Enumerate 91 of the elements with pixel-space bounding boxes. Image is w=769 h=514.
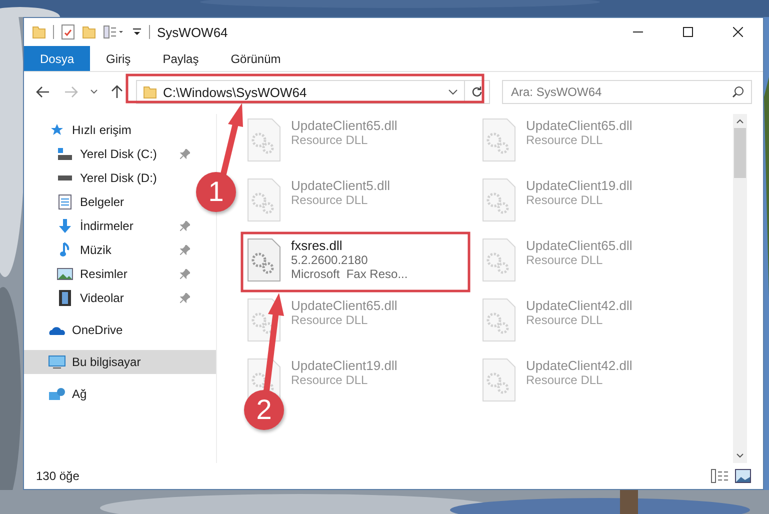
scrollbar-thumb[interactable]: [734, 128, 746, 178]
search-icon: [732, 86, 744, 98]
ribbon-tab[interactable]: Dosya: [24, 46, 90, 71]
sidebar-label: Resimler: [80, 267, 128, 281]
pin-icon[interactable]: [180, 245, 190, 255]
minimize-icon: [633, 31, 643, 33]
music-note-icon: [59, 242, 71, 258]
sidebar-label: Yerel Disk (C:): [80, 147, 157, 161]
folder-icon[interactable]: [32, 25, 46, 39]
sidebar-item[interactable]: Resimler: [24, 262, 194, 286]
window-title: SysWOW64: [157, 24, 228, 40]
file-detail: Resource DLL: [526, 253, 604, 267]
file-name: fxsres.dll: [291, 238, 344, 253]
scroll-up-icon[interactable]: [736, 118, 744, 124]
thumbnail-view-icon[interactable]: [735, 469, 751, 483]
scroll-down-icon[interactable]: [736, 453, 744, 459]
file-name: UpdateClient42.dll: [526, 358, 632, 373]
forward-arrow-icon: [64, 86, 78, 98]
star-icon: [50, 123, 64, 137]
sidebar-label: Ağ: [72, 387, 87, 401]
sidebar-label: Belgeler: [80, 195, 124, 209]
search-field[interactable]: Ara: SysWOW64: [502, 80, 752, 104]
film-icon: [59, 290, 71, 306]
address-bar[interactable]: C:\Windows\SysWOW64: [136, 80, 490, 104]
folder-icon: [143, 85, 157, 99]
cloud-icon: [48, 325, 66, 335]
file-name: UpdateClient65.dll: [526, 238, 632, 253]
file-name: UpdateClient65.dll: [291, 118, 398, 133]
sidebar-label: Bu bilgisayar: [72, 355, 141, 369]
file-name: UpdateClient5.dll: [291, 178, 390, 193]
drive-icon: [57, 175, 73, 181]
file-detail: Microsoft Fax Reso...: [291, 267, 408, 281]
sidebar-label: İndirmeler: [80, 219, 134, 233]
pin-icon[interactable]: [180, 269, 190, 279]
file-detail: Resource DLL: [291, 373, 369, 387]
caret-icon: [90, 89, 98, 95]
sidebar-label: OneDrive: [72, 323, 123, 337]
ribbon-tab[interactable]: Giriş: [90, 46, 147, 71]
file-name: UpdateClient65.dll: [526, 118, 632, 133]
drive-icon: [57, 147, 73, 161]
pin-icon[interactable]: [180, 221, 190, 231]
pin-icon[interactable]: [180, 149, 190, 159]
refresh-icon[interactable]: [471, 86, 483, 98]
download-icon: [58, 218, 72, 234]
file-detail: Resource DLL: [291, 193, 369, 207]
image-icon: [57, 268, 73, 280]
file-detail: Resource DLL: [526, 373, 604, 387]
file-detail: Resource DLL: [526, 133, 604, 147]
properties-icon[interactable]: [61, 24, 75, 40]
scrollbar[interactable]: [733, 114, 747, 463]
file-gears-icon[interactable]: [247, 238, 281, 282]
sidebar-item[interactable]: Videolar: [24, 286, 194, 310]
sidebar-label: Yerel Disk (D:): [80, 171, 157, 185]
sidebar-item[interactable]: Yerel Disk (D:): [24, 166, 194, 190]
file-detail: 5.2.2600.2180: [291, 253, 369, 267]
sidebar-item[interactable]: Müzik: [24, 238, 194, 262]
sidebar-item[interactable]: Hızlı erişim: [24, 118, 216, 142]
file-name: UpdateClient19.dll: [291, 358, 398, 373]
dropdown-icon[interactable]: [448, 89, 458, 95]
sidebar-label: Hızlı erişim: [72, 123, 132, 137]
ribbon-tab[interactable]: Paylaş: [146, 46, 215, 71]
view-icon[interactable]: [103, 25, 125, 39]
file-name: UpdateClient42.dll: [526, 298, 632, 313]
file-name: UpdateClient19.dll: [526, 178, 632, 193]
file-detail: Resource DLL: [291, 133, 369, 147]
pin-icon[interactable]: [180, 293, 190, 303]
computer-icon: [48, 355, 66, 369]
item-count: 130 öğe: [36, 469, 80, 483]
file-name: UpdateClient65.dll: [291, 298, 398, 313]
sidebar-item[interactable]: Bu bilgisayar: [24, 350, 216, 374]
close-icon: [733, 27, 743, 37]
maximize-icon: [683, 27, 693, 37]
sidebar-item[interactable]: OneDrive: [24, 318, 216, 342]
new-folder-icon[interactable]: [82, 25, 96, 39]
sidebar-label: Videolar: [80, 291, 124, 305]
sidebar-item[interactable]: Ağ: [24, 382, 216, 406]
address-path: C:\Windows\SysWOW64: [163, 84, 308, 100]
sidebar-item[interactable]: İndirmeler: [24, 214, 194, 238]
up-arrow-icon: [111, 85, 123, 99]
details-view-icon[interactable]: [711, 469, 729, 483]
sidebar-item[interactable]: Belgeler: [24, 190, 194, 214]
back-arrow-icon: [36, 86, 50, 98]
file-detail: Resource DLL: [526, 313, 604, 327]
file-detail: Resource DLL: [526, 193, 604, 207]
dropdown-icon[interactable]: [132, 27, 142, 37]
file-detail: Resource DLL: [291, 313, 369, 327]
sidebar-item[interactable]: Yerel Disk (C:): [24, 142, 194, 166]
sidebar-label: Müzik: [80, 243, 112, 257]
ribbon-tab[interactable]: Görünüm: [214, 46, 297, 71]
document-icon: [58, 194, 72, 210]
network-icon: [48, 387, 66, 401]
